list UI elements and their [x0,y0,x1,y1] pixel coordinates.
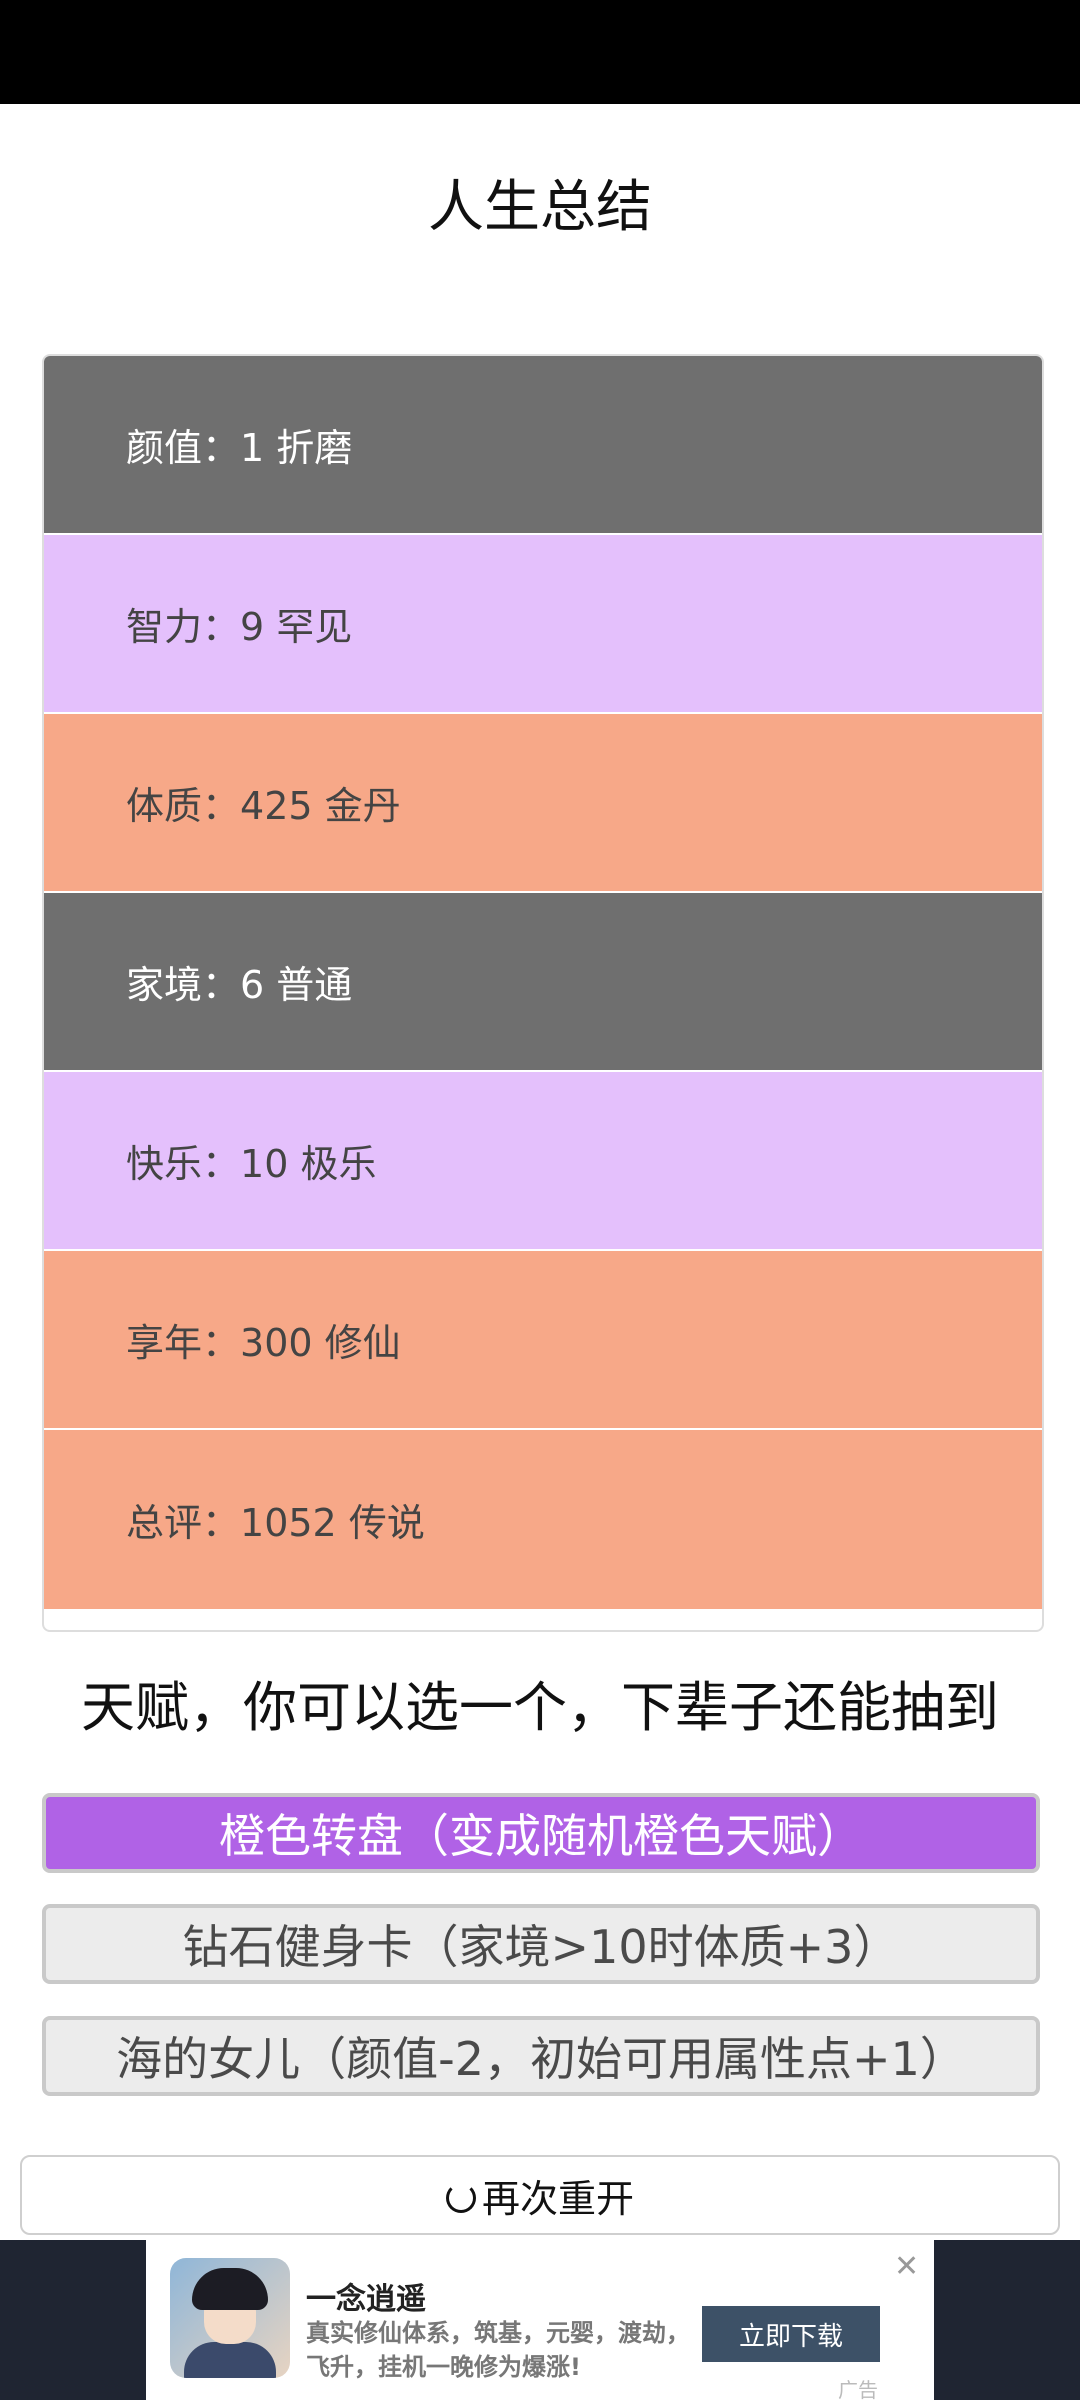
stat-row-happiness: 快乐： 10 极乐 [44,1072,1042,1251]
stat-value: 300 修仙 [240,1321,401,1365]
talent-option-label: 橙色转盘（变成随机橙色天赋） [219,1809,863,1863]
stat-label: 颜值 [126,426,203,470]
stat-value: 1 折磨 [240,426,353,470]
stat-row-family: 家境： 6 普通 [44,893,1042,1072]
restart-button[interactable]: 再次重开 [20,2155,1060,2235]
stat-separator: ： [202,784,241,828]
stat-label: 享年 [126,1321,203,1365]
stat-row-appearance: 颜值： 1 折磨 [44,356,1042,535]
stat-label: 总评 [126,1501,203,1545]
talent-option-diamond-gym-card[interactable]: 钻石健身卡（家境>10时体质+3） [42,1904,1040,1984]
stat-value: 425 金丹 [240,784,401,828]
talent-option-orange-wheel[interactable]: 橙色转盘（变成随机橙色天赋） [42,1793,1040,1873]
stat-label: 家境 [126,963,203,1007]
stat-separator: ： [202,426,241,470]
talent-option-label: 钻石健身卡（家境>10时体质+3） [182,1920,900,1974]
talent-option-label: 海的女儿（颜值-2，初始可用属性点+1） [116,2032,966,2086]
stat-label: 体质 [126,784,203,828]
restart-icon [445,2183,476,2213]
stat-value: 1052 传说 [240,1501,425,1545]
page-title: 人生总结 [428,175,652,240]
status-bar [0,0,1080,104]
close-icon[interactable]: ✕ [894,2252,919,2282]
stat-row-lifespan: 享年： 300 修仙 [44,1251,1042,1430]
ad-game-thumbnail[interactable] [170,2258,290,2378]
ad-download-button[interactable]: 立即下载 [702,2306,880,2362]
stat-row-constitution: 体质： 425 金丹 [44,714,1042,893]
stat-value: 10 极乐 [240,1142,377,1186]
ad-card[interactable]: 一念逍遥 真实修仙体系，筑基，元婴，渡劫，飞升，挂机一晚修为爆涨! 立即下载 ✕… [146,2240,934,2402]
stat-row-overall: 总评： 1052 传说 [44,1430,1042,1609]
stat-separator: ： [202,1142,241,1186]
stat-separator: ： [202,963,241,1007]
stat-separator: ： [202,1321,241,1365]
stat-value: 9 罕见 [240,605,353,649]
stat-separator: ： [202,605,241,649]
stat-value: 6 普通 [240,963,353,1007]
ad-title: 一念逍遥 [306,2282,426,2317]
ad-tag: 广告 [838,2378,878,2402]
stat-separator: ： [202,1501,241,1545]
talent-heading: 天赋，你可以选一个，下辈子还能抽到 [81,1676,999,1739]
summary-list: 颜值： 1 折磨 智力： 9 罕见 体质： 425 金丹 家境： 6 普通 快乐： 10 … [42,354,1044,1632]
ad-description: 真实修仙体系，筑基，元婴，渡劫，飞升，挂机一晚修为爆涨! [306,2319,690,2381]
talent-option-little-mermaid[interactable]: 海的女儿（颜值-2，初始可用属性点+1） [42,2016,1040,2096]
stat-label: 智力 [126,605,203,649]
stat-label: 快乐 [126,1142,203,1186]
stat-row-intelligence: 智力： 9 罕见 [44,535,1042,714]
ad-banner-area: 一念逍遥 真实修仙体系，筑基，元婴，渡劫，飞升，挂机一晚修为爆涨! 立即下载 ✕… [0,2240,1080,2402]
restart-button-label: 再次重开 [481,2176,634,2221]
